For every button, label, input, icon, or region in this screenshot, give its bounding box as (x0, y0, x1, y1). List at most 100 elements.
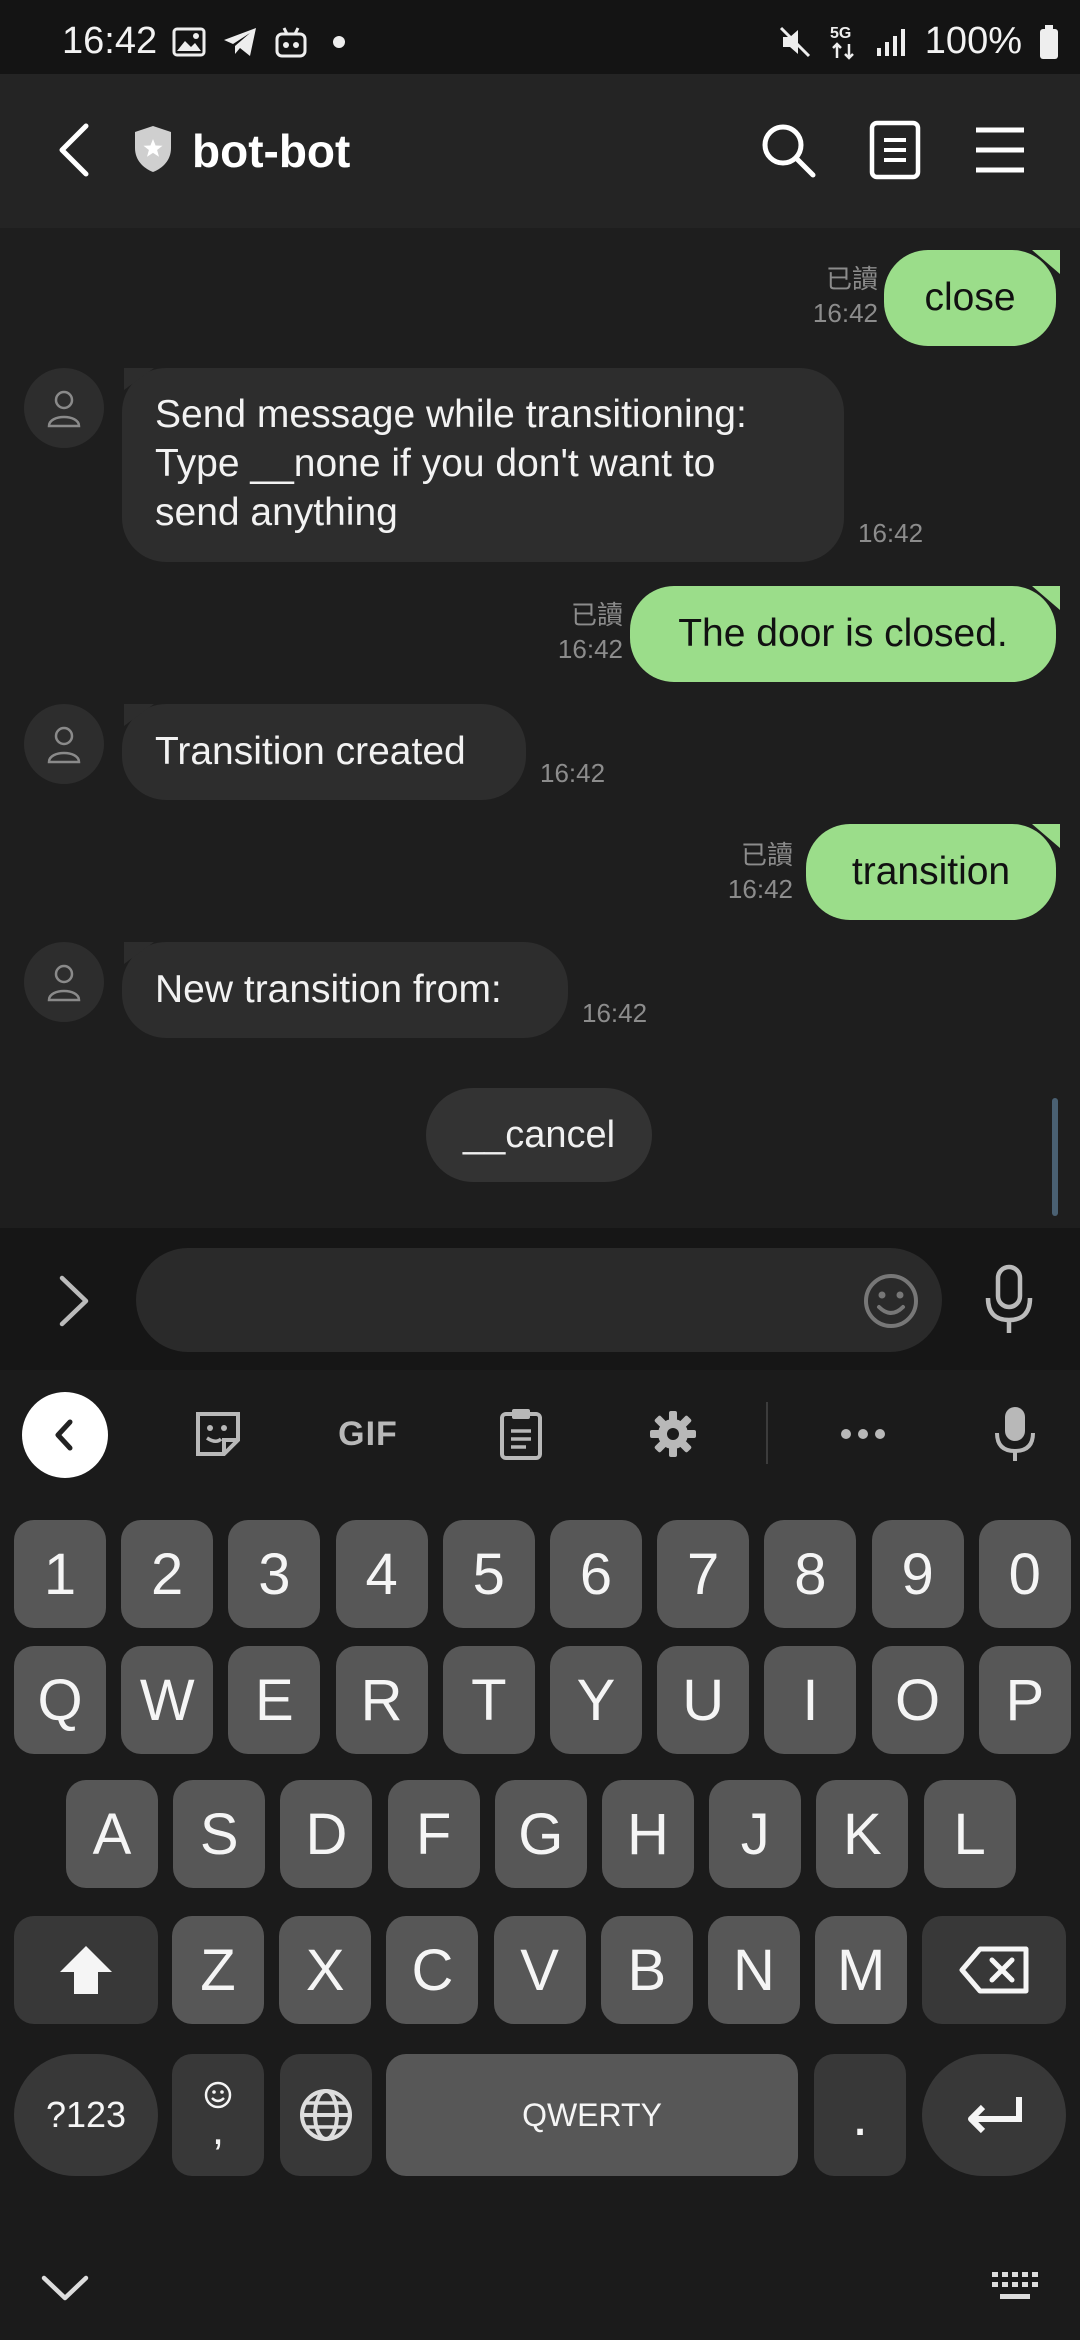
more-icon (841, 1429, 885, 1439)
shift-icon (60, 1946, 112, 1994)
letter-key-e[interactable]: E (228, 1646, 321, 1754)
letter-key-u[interactable]: U (657, 1646, 750, 1754)
message-time: 16:42 (812, 298, 878, 328)
battery-percent: 100% (924, 20, 1022, 62)
number-key-8[interactable]: 8 (764, 1520, 857, 1628)
period-key[interactable]: . (814, 2054, 906, 2176)
voice-input-button[interactable] (990, 1406, 1040, 1462)
message-text-line: Type __none if you don't want to (155, 442, 716, 485)
letter-key-g[interactable]: G (494, 1780, 587, 1888)
message-text: Transition created (155, 730, 466, 773)
message-meta: 已讀 16:42 (813, 262, 878, 330)
comma-key[interactable]: , (172, 2054, 264, 2176)
quick-reply-cancel-button[interactable]: __cancel (426, 1088, 652, 1182)
scrollbar[interactable] (1052, 1098, 1058, 1216)
telegram-icon (224, 28, 256, 56)
clipboard-button[interactable] (494, 1406, 548, 1462)
letter-key-o[interactable]: O (871, 1646, 964, 1754)
read-receipt: 已讀 (570, 600, 623, 630)
letter-key-b[interactable]: B (600, 1916, 693, 2024)
user-icon (47, 390, 81, 428)
letter-key-y[interactable]: Y (550, 1646, 642, 1754)
backspace-icon (959, 1946, 1029, 1994)
more-button[interactable] (838, 1406, 888, 1462)
expand-icon[interactable] (54, 1272, 94, 1330)
message-time: 16:42 (540, 758, 606, 788)
dot-icon (333, 36, 345, 48)
letter-key-w[interactable]: W (121, 1646, 214, 1754)
message-bubble-incoming[interactable]: Transition created (122, 704, 526, 800)
svg-text:5G: 5G (830, 25, 851, 42)
menu-icon[interactable] (974, 124, 1026, 176)
message-time: 16:42 (858, 518, 924, 548)
letter-key-s[interactable]: S (173, 1780, 266, 1888)
number-key-1[interactable]: 1 (14, 1520, 106, 1628)
letter-key-z[interactable]: Z (172, 1916, 264, 2024)
message-bubble-incoming[interactable]: Send message while transitioning: Type _… (122, 368, 844, 562)
number-key-0[interactable]: 0 (978, 1520, 1071, 1628)
hide-keyboard-icon[interactable] (40, 2272, 90, 2302)
settings-button[interactable] (646, 1406, 700, 1462)
message-input[interactable] (136, 1248, 942, 1352)
letter-key-h[interactable]: H (602, 1780, 694, 1888)
voice-input-icon (995, 1407, 1035, 1461)
message-text-line: Send message while transitioning: (155, 393, 747, 436)
number-key-6[interactable]: 6 (550, 1520, 642, 1628)
number-key-9[interactable]: 9 (871, 1520, 964, 1628)
shift-key[interactable] (14, 1916, 158, 2024)
letter-key-r[interactable]: R (335, 1646, 428, 1754)
gif-button[interactable]: GIF (330, 1406, 406, 1462)
letter-key-j[interactable]: J (709, 1780, 802, 1888)
message-text: The door is closed. (678, 612, 1008, 655)
number-key-2[interactable]: 2 (121, 1520, 214, 1628)
message-text: transition (851, 850, 1011, 893)
number-key-7[interactable]: 7 (657, 1520, 750, 1628)
letter-key-c[interactable]: C (386, 1916, 479, 2024)
letter-key-d[interactable]: D (280, 1780, 373, 1888)
avatar[interactable] (24, 704, 104, 784)
letter-key-q[interactable]: Q (14, 1646, 106, 1754)
gallery-icon (172, 27, 206, 57)
symbols-key[interactable]: ?123 (14, 2054, 158, 2176)
5g-icon: 5G (830, 25, 854, 60)
number-key-5[interactable]: 5 (442, 1520, 535, 1628)
letter-key-i[interactable]: I (764, 1646, 857, 1754)
language-key[interactable] (280, 2054, 372, 2176)
letter-key-v[interactable]: V (493, 1916, 586, 2024)
collapse-toolbar-button[interactable] (22, 1392, 108, 1478)
avatar[interactable] (24, 942, 104, 1022)
message-bubble-outgoing[interactable]: close (884, 250, 1060, 346)
letter-key-m[interactable]: M (815, 1916, 908, 2024)
toolbar-divider (766, 1402, 768, 1464)
space-key[interactable]: QWERTY (386, 2054, 798, 2176)
letter-key-a[interactable]: A (66, 1780, 158, 1888)
chat-title[interactable]: bot-bot (192, 124, 350, 178)
enter-key[interactable] (922, 2054, 1066, 2176)
back-icon[interactable] (46, 118, 106, 182)
letter-key-f[interactable]: F (387, 1780, 480, 1888)
letter-key-l[interactable]: L (923, 1780, 1016, 1888)
letter-key-x[interactable]: X (279, 1916, 372, 2024)
letter-key-p[interactable]: P (978, 1646, 1071, 1754)
message-bubble-outgoing[interactable]: The door is closed. (630, 586, 1060, 682)
message-bubble-outgoing[interactable]: transition (806, 824, 1060, 920)
chat-messages[interactable]: 已讀 16:42 close Send message while transi… (0, 228, 1080, 1228)
notes-icon[interactable] (868, 120, 922, 180)
number-key-3[interactable]: 3 (228, 1520, 321, 1628)
backspace-key[interactable] (922, 1916, 1066, 2024)
mute-icon (779, 26, 810, 57)
search-icon[interactable] (758, 120, 818, 180)
message-bubble-incoming[interactable]: New transition from: (122, 942, 568, 1038)
letter-key-t[interactable]: T (442, 1646, 535, 1754)
message-text: close (924, 276, 1016, 319)
mic-icon[interactable] (982, 1264, 1036, 1336)
sticker-button[interactable] (188, 1406, 248, 1462)
letter-key-k[interactable]: K (816, 1780, 909, 1888)
number-key-4[interactable]: 4 (335, 1520, 428, 1628)
user-icon (47, 964, 81, 1002)
emoji-icon[interactable] (862, 1272, 920, 1330)
letter-key-n[interactable]: N (708, 1916, 800, 2024)
keyboard-switch-icon[interactable] (990, 2270, 1042, 2304)
avatar[interactable] (24, 368, 104, 448)
bot-app-icon (275, 27, 307, 58)
